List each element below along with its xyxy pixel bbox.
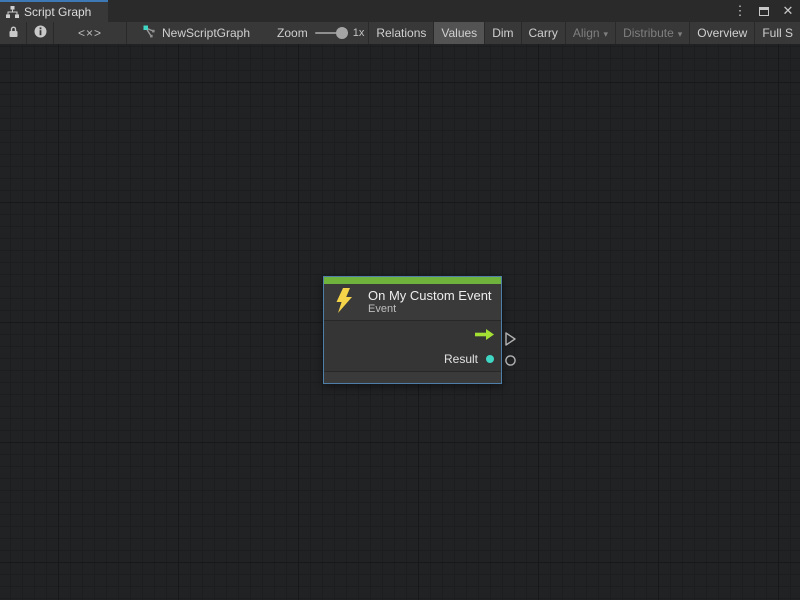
distribute-dropdown[interactable]: Distribute ▾: [616, 22, 689, 44]
align-label: Align: [573, 26, 600, 40]
chevron-down-icon: ▾: [678, 29, 683, 40]
close-icon[interactable]: ✕: [780, 2, 796, 20]
graph-hierarchy-icon: [6, 6, 19, 18]
tab-script-graph[interactable]: Script Graph: [0, 0, 108, 22]
relations-label: Relations: [376, 26, 426, 40]
overview-button[interactable]: Overview: [690, 22, 754, 44]
zoom-value: 1x: [353, 22, 365, 44]
window-controls: ⋮ ✕: [732, 0, 796, 22]
maximize-icon[interactable]: [756, 2, 772, 20]
result-output-row: Result: [324, 347, 501, 371]
distribute-label: Distribute: [623, 26, 674, 40]
lock-icon: [8, 26, 19, 41]
zoom-slider[interactable]: [315, 22, 348, 44]
node-footer: [324, 371, 501, 383]
external-value-port-icon[interactable]: [504, 354, 517, 367]
info-button[interactable]: [27, 22, 53, 44]
graph-asset-icon: [143, 25, 156, 41]
node-on-my-custom-event[interactable]: On My Custom Event Event Result: [323, 276, 502, 384]
node-titles: On My Custom Event Event: [368, 288, 492, 316]
flow-output-port-icon[interactable]: [475, 329, 494, 340]
relations-button[interactable]: Relations: [369, 22, 433, 44]
chevron-down-icon: ▾: [604, 29, 609, 40]
fullscreen-button[interactable]: Full S: [755, 22, 800, 44]
fullscreen-label: Full S: [762, 26, 793, 40]
node-header-accent: [324, 277, 501, 284]
result-value-port-icon[interactable]: [486, 355, 494, 363]
node-subtitle: Event: [368, 303, 492, 316]
node-header[interactable]: On My Custom Event Event: [324, 284, 501, 320]
align-dropdown[interactable]: Align ▾: [566, 22, 615, 44]
info-icon: [34, 25, 47, 41]
flow-output-row: [324, 321, 501, 347]
graph-reference-breadcrumb[interactable]: NewScriptGraph: [127, 22, 250, 44]
lightning-bolt-icon: [335, 288, 354, 316]
graph-canvas[interactable]: On My Custom Event Event Result: [0, 44, 800, 600]
overview-label: Overview: [697, 26, 747, 40]
maximize-box: [759, 7, 769, 16]
zoom-label: Zoom: [277, 22, 308, 44]
zoom-slider-handle[interactable]: [336, 27, 348, 39]
tab-bar: Script Graph ⋮ ✕: [0, 0, 800, 22]
node-title: On My Custom Event: [368, 288, 492, 303]
node-body: Result: [324, 320, 501, 371]
script-graph-window: Script Graph ⋮ ✕: [0, 0, 800, 600]
result-port-label: Result: [444, 352, 478, 366]
dim-button[interactable]: Dim: [485, 22, 520, 44]
values-button[interactable]: Values: [434, 22, 484, 44]
lock-button[interactable]: [0, 22, 26, 44]
graph-toolbar: <×> NewScriptGraph Zoom 1x Relations Val…: [0, 22, 800, 44]
tab-title: Script Graph: [24, 5, 91, 19]
external-flow-port-icon[interactable]: [504, 331, 517, 347]
values-label: Values: [441, 26, 477, 40]
graph-name-label: NewScriptGraph: [162, 26, 250, 40]
carry-label: Carry: [529, 26, 558, 40]
code-preview-button[interactable]: <×>: [54, 22, 126, 44]
window-menu-icon[interactable]: ⋮: [732, 2, 748, 20]
dim-label: Dim: [492, 26, 513, 40]
carry-button[interactable]: Carry: [522, 22, 565, 44]
